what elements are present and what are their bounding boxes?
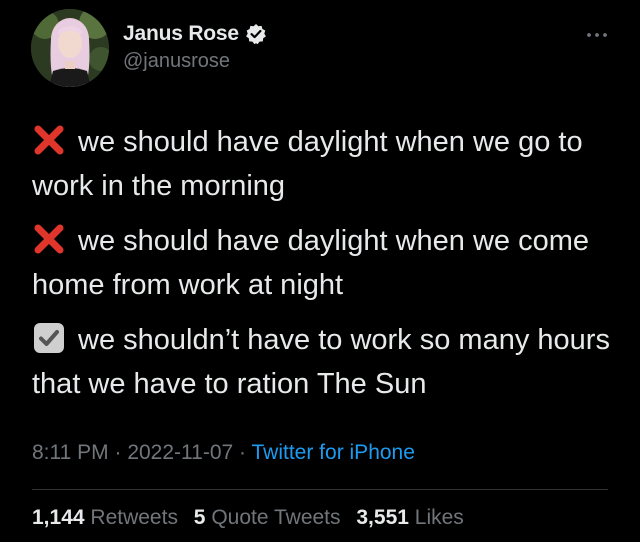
tweet-line-1: we should have daylight when we go to wo… <box>32 120 622 208</box>
meta-separator: · <box>108 441 128 464</box>
retweets-count: 1,144 <box>32 506 85 529</box>
quote-tweets-stat[interactable]: 5 Quote Tweets <box>194 506 341 529</box>
tweet-text: we should have daylight when we go to wo… <box>32 120 622 417</box>
tweet-line-text: we should have daylight when we go to wo… <box>32 126 583 202</box>
avatar[interactable] <box>31 9 109 87</box>
retweets-label: Retweets <box>90 506 178 529</box>
divider <box>32 489 608 490</box>
engagement-stats: 1,144 Retweets 5 Quote Tweets 3,551 Like… <box>32 506 474 530</box>
meta-separator: · <box>233 441 252 464</box>
author-block[interactable]: Janus Rose @janusrose <box>123 20 267 73</box>
cross-mark-emoji <box>32 222 66 256</box>
retweets-stat[interactable]: 1,144 Retweets <box>32 506 178 529</box>
quotes-count: 5 <box>193 506 206 529</box>
likes-label: Likes <box>414 506 464 529</box>
tweet-line-2: we should have daylight when we come hom… <box>32 219 622 307</box>
display-name[interactable]: Janus Rose <box>123 22 239 46</box>
tweet-line-text: we should have daylight when we come hom… <box>32 225 590 301</box>
check-box-emoji <box>32 321 66 355</box>
tweet-card: Janus Rose @janusrose we should have day… <box>0 0 640 542</box>
tweet-meta: 8:11 PM · 2022-11-07 · Twitter for iPhon… <box>32 441 415 465</box>
tweet-line-text: we shouldn’t have to work so many hours … <box>32 324 610 400</box>
tweet-line-3: we shouldn’t have to work so many hours … <box>32 318 622 406</box>
tweet-time[interactable]: 8:11 PM <box>32 441 109 464</box>
verified-badge-icon <box>245 23 267 45</box>
handle[interactable]: @janusrose <box>123 50 267 73</box>
tweet-source-link[interactable]: Twitter for iPhone <box>252 441 415 464</box>
likes-count: 3,551 <box>356 506 409 529</box>
likes-stat[interactable]: 3,551 Likes <box>356 506 463 529</box>
quotes-label: Quote Tweets <box>211 506 341 529</box>
cross-mark-emoji <box>32 123 66 157</box>
tweet-date[interactable]: 2022-11-07 <box>127 441 233 464</box>
more-options-icon[interactable] <box>586 27 608 37</box>
name-row: Janus Rose <box>123 20 267 48</box>
